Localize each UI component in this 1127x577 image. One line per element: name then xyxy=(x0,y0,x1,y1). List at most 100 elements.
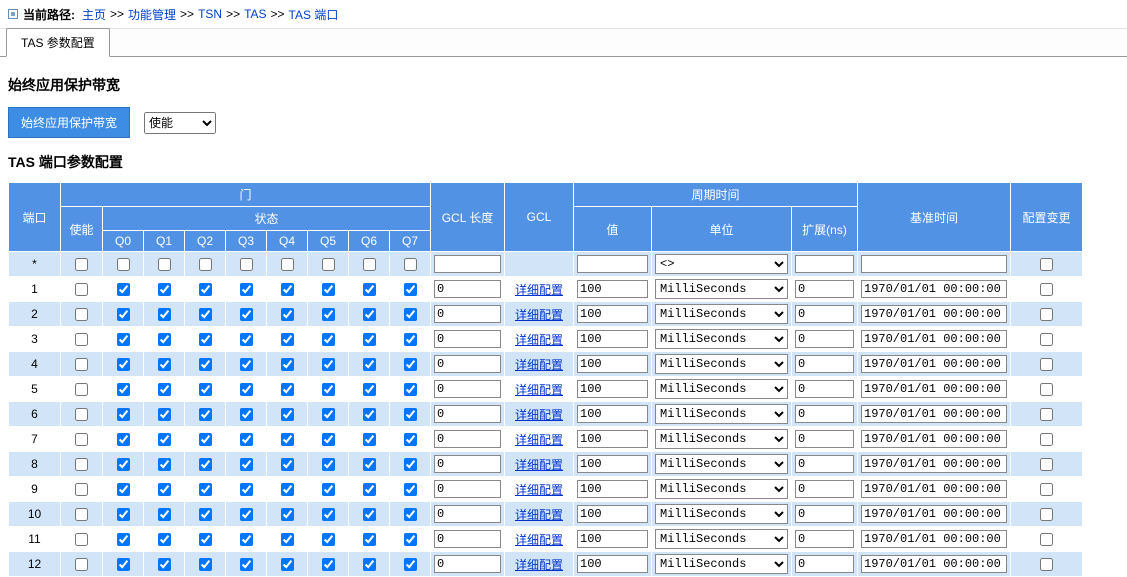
gcl-detail-link[interactable]: 详细配置 xyxy=(515,383,563,397)
extension-input[interactable] xyxy=(795,280,854,298)
q2-checkbox[interactable] xyxy=(199,408,212,421)
q3-checkbox[interactable] xyxy=(240,258,253,271)
gcl-length-input[interactable] xyxy=(434,405,501,423)
config-change-checkbox[interactable] xyxy=(1040,358,1053,371)
q5-checkbox[interactable] xyxy=(322,358,335,371)
q2-checkbox[interactable] xyxy=(199,533,212,546)
unit-select[interactable]: <> xyxy=(655,254,788,274)
enable-checkbox[interactable] xyxy=(75,358,88,371)
gcl-length-input[interactable] xyxy=(434,330,501,348)
q6-checkbox[interactable] xyxy=(363,358,376,371)
q1-checkbox[interactable] xyxy=(158,533,171,546)
q2-checkbox[interactable] xyxy=(199,358,212,371)
apply-protect-bandwidth-button[interactable]: 始终应用保护带宽 xyxy=(8,107,130,138)
base-time-input[interactable] xyxy=(861,255,1007,273)
q0-checkbox[interactable] xyxy=(117,408,130,421)
config-change-checkbox[interactable] xyxy=(1040,458,1053,471)
q2-checkbox[interactable] xyxy=(199,308,212,321)
q5-checkbox[interactable] xyxy=(322,483,335,496)
enable-checkbox[interactable] xyxy=(75,483,88,496)
q2-checkbox[interactable] xyxy=(199,433,212,446)
cycle-value-input[interactable] xyxy=(577,380,648,398)
q3-checkbox[interactable] xyxy=(240,408,253,421)
extension-input[interactable] xyxy=(795,355,854,373)
base-time-input[interactable] xyxy=(861,330,1007,348)
config-change-checkbox[interactable] xyxy=(1040,408,1053,421)
q6-checkbox[interactable] xyxy=(363,383,376,396)
config-change-checkbox[interactable] xyxy=(1040,508,1053,521)
unit-select[interactable]: MilliSeconds xyxy=(655,304,788,324)
q7-checkbox[interactable] xyxy=(404,533,417,546)
q0-checkbox[interactable] xyxy=(117,458,130,471)
q2-checkbox[interactable] xyxy=(199,458,212,471)
gcl-length-input[interactable] xyxy=(434,305,501,323)
extension-input[interactable] xyxy=(795,380,854,398)
extension-input[interactable] xyxy=(795,505,854,523)
breadcrumb-link-tas-port[interactable]: TAS 端口 xyxy=(289,6,339,23)
q7-checkbox[interactable] xyxy=(404,383,417,396)
q5-checkbox[interactable] xyxy=(322,433,335,446)
enable-checkbox[interactable] xyxy=(75,433,88,446)
cycle-value-input[interactable] xyxy=(577,355,648,373)
config-change-checkbox[interactable] xyxy=(1040,283,1053,296)
enable-checkbox[interactable] xyxy=(75,308,88,321)
q5-checkbox[interactable] xyxy=(322,308,335,321)
q3-checkbox[interactable] xyxy=(240,358,253,371)
extension-input[interactable] xyxy=(795,330,854,348)
q6-checkbox[interactable] xyxy=(363,508,376,521)
q0-checkbox[interactable] xyxy=(117,283,130,296)
cycle-value-input[interactable] xyxy=(577,280,648,298)
config-change-checkbox[interactable] xyxy=(1040,533,1053,546)
q1-checkbox[interactable] xyxy=(158,358,171,371)
q1-checkbox[interactable] xyxy=(158,433,171,446)
extension-input[interactable] xyxy=(795,480,854,498)
q0-checkbox[interactable] xyxy=(117,308,130,321)
q2-checkbox[interactable] xyxy=(199,283,212,296)
unit-select[interactable]: MilliSeconds xyxy=(655,529,788,549)
base-time-input[interactable] xyxy=(861,280,1007,298)
enable-checkbox[interactable] xyxy=(75,508,88,521)
q2-checkbox[interactable] xyxy=(199,258,212,271)
q3-checkbox[interactable] xyxy=(240,433,253,446)
enable-checkbox[interactable] xyxy=(75,533,88,546)
q0-checkbox[interactable] xyxy=(117,483,130,496)
q6-checkbox[interactable] xyxy=(363,458,376,471)
gcl-detail-link[interactable]: 详细配置 xyxy=(515,558,563,572)
q2-checkbox[interactable] xyxy=(199,483,212,496)
gcl-length-input[interactable] xyxy=(434,505,501,523)
q3-checkbox[interactable] xyxy=(240,458,253,471)
gcl-detail-link[interactable]: 详细配置 xyxy=(515,483,563,497)
gcl-detail-link[interactable]: 详细配置 xyxy=(515,433,563,447)
q3-checkbox[interactable] xyxy=(240,308,253,321)
gcl-length-input[interactable] xyxy=(434,530,501,548)
base-time-input[interactable] xyxy=(861,480,1007,498)
q4-checkbox[interactable] xyxy=(281,558,294,571)
q1-checkbox[interactable] xyxy=(158,333,171,346)
cycle-value-input[interactable] xyxy=(577,330,648,348)
q1-checkbox[interactable] xyxy=(158,508,171,521)
gcl-length-input[interactable] xyxy=(434,380,501,398)
q0-checkbox[interactable] xyxy=(117,258,130,271)
gcl-length-input[interactable] xyxy=(434,555,501,573)
base-time-input[interactable] xyxy=(861,530,1007,548)
q4-checkbox[interactable] xyxy=(281,458,294,471)
q3-checkbox[interactable] xyxy=(240,483,253,496)
q1-checkbox[interactable] xyxy=(158,458,171,471)
enable-checkbox[interactable] xyxy=(75,458,88,471)
base-time-input[interactable] xyxy=(861,555,1007,573)
q6-checkbox[interactable] xyxy=(363,308,376,321)
q5-checkbox[interactable] xyxy=(322,458,335,471)
gcl-length-input[interactable] xyxy=(434,480,501,498)
unit-select[interactable]: MilliSeconds xyxy=(655,554,788,574)
q5-checkbox[interactable] xyxy=(322,283,335,296)
unit-select[interactable]: MilliSeconds xyxy=(655,379,788,399)
q1-checkbox[interactable] xyxy=(158,483,171,496)
gcl-length-input[interactable] xyxy=(434,455,501,473)
gcl-detail-link[interactable]: 详细配置 xyxy=(515,408,563,422)
extension-input[interactable] xyxy=(795,255,854,273)
enable-checkbox[interactable] xyxy=(75,383,88,396)
q6-checkbox[interactable] xyxy=(363,333,376,346)
base-time-input[interactable] xyxy=(861,305,1007,323)
q6-checkbox[interactable] xyxy=(363,533,376,546)
q2-checkbox[interactable] xyxy=(199,383,212,396)
